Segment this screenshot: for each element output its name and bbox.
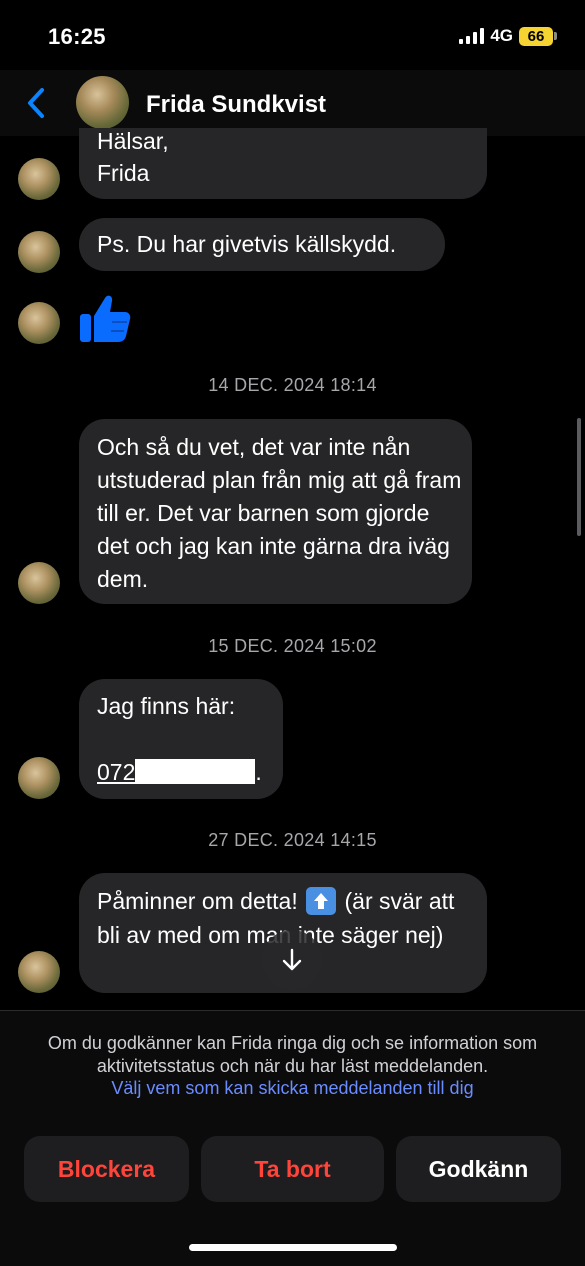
message-text: Ps. Du har givetvis källskydd. [97,231,397,257]
sender-avatar[interactable] [18,158,60,200]
message-bubble[interactable]: Och så du vet, det var inte nån utstuder… [79,419,472,604]
home-indicator[interactable] [189,1244,397,1251]
block-button[interactable]: Blockera [24,1136,189,1202]
sender-avatar[interactable] [18,951,60,993]
contact-name[interactable]: Frida Sundkvist [146,91,326,119]
status-indicators: 4G 66 [459,26,557,46]
message-timestamp: 15 DEC. 2024 15:02 [208,636,377,656]
sender-avatar[interactable] [18,302,60,344]
back-chevron-icon[interactable] [22,86,52,120]
sender-avatar[interactable] [18,231,60,273]
network-type: 4G [490,26,513,45]
scroll-to-bottom-button[interactable] [262,930,322,990]
message-bubble[interactable]: Ps. Du har givetvis källskydd. [79,218,445,271]
status-time: 16:25 [48,24,106,49]
message-timestamp: 14 DEC. 2024 18:14 [208,375,377,395]
phone-number-link[interactable]: 072. [97,756,262,789]
battery-level: 66 [519,26,553,46]
signal-icon [459,28,485,44]
redaction-box [135,759,256,785]
arrow-down-icon [282,948,302,971]
scrollbar[interactable] [577,418,581,536]
message-text: Hälsar, [97,128,169,154]
message-bubble[interactable]: Hälsar, Frida [79,128,487,199]
contact-avatar[interactable] [76,76,129,129]
up-arrow-emoji-icon [306,886,337,915]
message-timestamp: 27 DEC. 2024 14:15 [208,830,377,850]
battery-icon: 66 [519,26,557,46]
sender-avatar[interactable] [18,757,60,799]
message-text: Frida [97,160,150,186]
accept-button[interactable]: Godkänn [396,1136,561,1202]
thumbs-up-icon[interactable] [78,290,132,344]
privacy-settings-link[interactable]: Välj vem som kan skicka meddelanden till… [20,1078,565,1099]
request-notice: Om du godkänner kan Frida ringa dig och … [47,1033,538,1076]
sender-avatar[interactable] [18,562,60,604]
message-bubble[interactable]: Jag finns här: 072. [79,679,283,799]
message-text: Och så du vet, det var inte nån utstuder… [97,434,462,592]
delete-button[interactable]: Ta bort [201,1136,384,1202]
divider [0,1010,585,1011]
message-text: Jag finns här: [97,693,236,719]
